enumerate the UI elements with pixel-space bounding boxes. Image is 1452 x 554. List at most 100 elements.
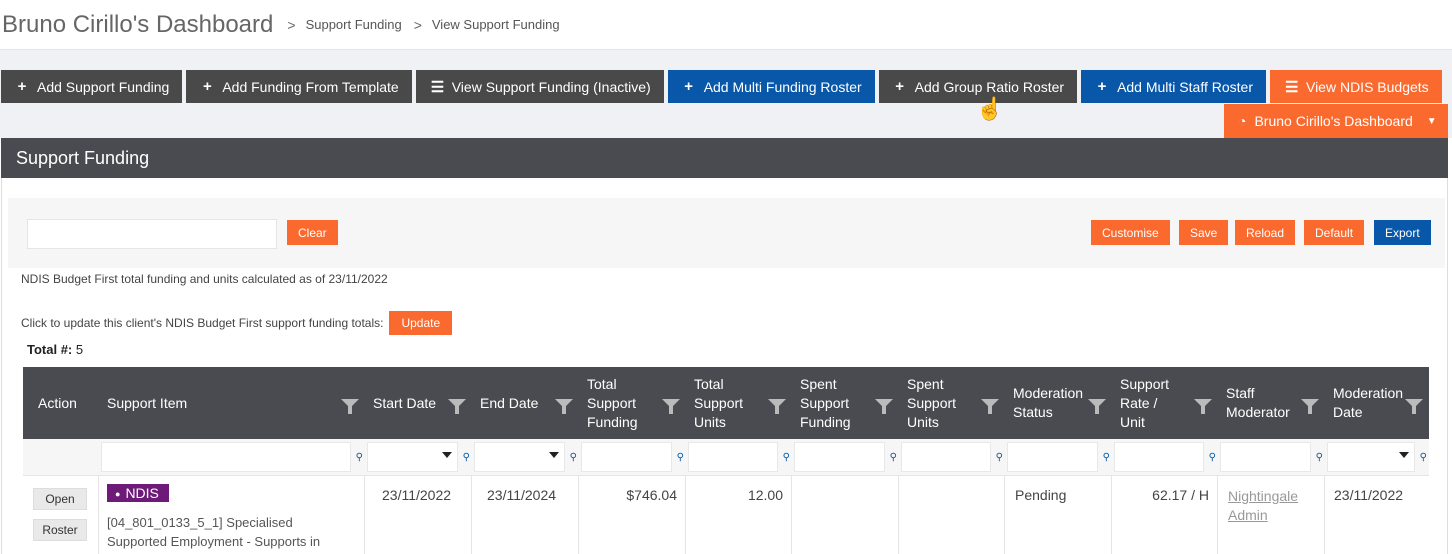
badge-label: NDIS: [125, 485, 159, 501]
filter-icon[interactable]: [1405, 399, 1423, 414]
button-label: View Support Funding (Inactive): [451, 78, 651, 95]
button-label: Add Group Ratio Roster: [914, 78, 1065, 95]
save-button[interactable]: Save: [1179, 220, 1229, 245]
column-header-start-date[interactable]: Start Date: [365, 367, 472, 439]
export-button[interactable]: Export: [1374, 220, 1431, 245]
filter-options-icon[interactable]: ⚲: [356, 452, 363, 463]
total-label: Total #:: [27, 342, 73, 357]
view-ndis-budgets-button[interactable]: ☰ View NDIS Budgets: [1269, 70, 1442, 103]
staff-moderator-link[interactable]: Nightingale Admin: [1228, 488, 1298, 523]
breadcrumb-support-funding[interactable]: Support Funding: [306, 17, 402, 32]
view-support-funding-inactive-button[interactable]: ☰ View Support Funding (Inactive): [415, 70, 664, 103]
filter-input[interactable]: [1114, 442, 1204, 472]
column-header-spent-support-funding[interactable]: Spent Support Funding: [792, 367, 899, 439]
total-count: Total #: 5: [27, 342, 83, 357]
button-label: Add Multi Funding Roster: [703, 78, 862, 95]
add-multi-funding-roster-button[interactable]: + Add Multi Funding Roster: [667, 70, 875, 103]
chevron-down-icon[interactable]: [442, 452, 452, 458]
page-title: Bruno Cirillo's Dashboard: [2, 10, 274, 38]
filter-options-icon[interactable]: ⚲: [677, 452, 684, 463]
customise-button[interactable]: Customise: [1091, 220, 1170, 245]
filter-icon[interactable]: [555, 399, 573, 414]
filter-icon[interactable]: [981, 399, 999, 414]
filter-options-icon[interactable]: ⚲: [890, 452, 897, 463]
button-label: View NDIS Budgets: [1305, 78, 1429, 95]
grid-header-row: Action Support Item Start Date End Date …: [23, 367, 1429, 439]
filter-icon[interactable]: [768, 399, 786, 414]
add-support-funding-button[interactable]: + Add Support Funding: [1, 70, 183, 103]
panel-title: Support Funding: [1, 138, 1448, 178]
default-button[interactable]: Default: [1304, 220, 1365, 245]
filter-input[interactable]: [1220, 442, 1311, 472]
column-header-total-support-units[interactable]: Total Support Units: [686, 367, 792, 439]
filter-input[interactable]: [901, 442, 991, 472]
filter-options-icon[interactable]: ⚲: [1103, 452, 1110, 463]
button-label: Bruno Cirillo's Dashboard: [1254, 113, 1413, 129]
button-label: Add Support Funding: [37, 78, 170, 95]
hand-cursor-icon: ☝: [976, 96, 1004, 121]
filter-options-icon[interactable]: ⚲: [1316, 452, 1323, 463]
spent-funding-cell: [792, 476, 899, 554]
filter-cell-staff-moderator: ⚲: [1218, 439, 1325, 475]
filter-options-icon[interactable]: ⚲: [1420, 452, 1427, 463]
plus-icon: +: [202, 78, 212, 95]
filter-input[interactable]: [581, 442, 672, 472]
filter-icon[interactable]: [448, 399, 466, 414]
column-header-support-rate[interactable]: Support Rate / Unit: [1112, 367, 1218, 439]
column-header-moderation-date[interactable]: Moderation Date: [1325, 367, 1429, 439]
column-header-end-date[interactable]: End Date: [472, 367, 579, 439]
chevron-down-icon[interactable]: [1399, 452, 1409, 458]
rate-cell: 62.17 / H: [1112, 476, 1218, 554]
filter-icon[interactable]: [1088, 399, 1106, 414]
filter-icon[interactable]: [875, 399, 893, 414]
filter-cell-end-date: ⚲: [472, 439, 579, 475]
filter-icon[interactable]: [341, 399, 359, 414]
filter-cell-support-item: ⚲: [99, 439, 365, 475]
update-info: Click to update this client's NDIS Budge…: [21, 311, 453, 335]
breadcrumb-view-support-funding: View Support Funding: [431, 17, 560, 32]
column-header-support-item[interactable]: Support Item: [99, 367, 365, 439]
list-icon: ☰: [430, 78, 445, 96]
filter-cell-moderation-date: ⚲: [1325, 439, 1429, 475]
open-button[interactable]: Open: [33, 488, 87, 510]
column-header-staff-moderator[interactable]: Staff Moderator: [1218, 367, 1325, 439]
dot-icon: ●: [115, 489, 121, 500]
table-row: Open Roster ● NDIS [04_801_0133_5_1] Spec…: [23, 476, 1429, 554]
reload-button[interactable]: Reload: [1235, 220, 1296, 245]
list-icon: ☰: [1284, 78, 1299, 96]
page-header: Bruno Cirillo's Dashboard > Support Fund…: [0, 0, 1452, 50]
filter-options-icon[interactable]: ⚲: [996, 452, 1003, 463]
search-input[interactable]: [27, 219, 277, 249]
button-label: Add Multi Staff Roster: [1117, 78, 1253, 95]
dashboard-icon: ◔: [1238, 113, 1247, 129]
support-item-description: [04_801_0133_5_1] Specialised Supported …: [107, 515, 321, 549]
column-header-total-support-funding[interactable]: Total Support Funding: [579, 367, 686, 439]
column-header-moderation-status[interactable]: Moderation Status: [1005, 367, 1112, 439]
filter-input[interactable]: [794, 442, 885, 472]
column-header-spent-support-units[interactable]: Spent Support Units: [899, 367, 1005, 439]
filter-icon[interactable]: [1194, 399, 1212, 414]
add-multi-staff-roster-button[interactable]: + Add Multi Staff Roster: [1081, 70, 1266, 103]
chevron-down-icon[interactable]: [549, 452, 559, 458]
roster-button[interactable]: Roster: [33, 519, 87, 541]
filter-options-icon[interactable]: ⚲: [463, 452, 470, 463]
clear-button[interactable]: Clear: [287, 220, 338, 245]
add-funding-from-template-button[interactable]: + Add Funding From Template: [186, 70, 412, 103]
filter-options-icon[interactable]: ⚲: [570, 452, 577, 463]
filter-input[interactable]: [688, 442, 778, 472]
support-funding-panel: Clear Customise Save Reload Default Expo…: [1, 178, 1448, 554]
filter-options-icon[interactable]: ⚲: [1209, 452, 1216, 463]
filter-bar: Clear Customise Save Reload Default Expo…: [8, 198, 1445, 268]
dashboard-dropdown-button[interactable]: ◔ Bruno Cirillo's Dashboard ▼: [1224, 104, 1448, 138]
filter-cell-spent-units: ⚲: [899, 439, 1005, 475]
update-button[interactable]: Update: [389, 311, 453, 335]
filter-icon[interactable]: [662, 399, 680, 414]
breadcrumb-separator: >: [287, 16, 296, 33]
filter-options-icon[interactable]: ⚲: [783, 452, 790, 463]
filter-input[interactable]: [101, 442, 351, 472]
moderation-date-cell: 23/11/2022: [1334, 487, 1404, 503]
support-item-cell: ● NDIS [04_801_0133_5_1] Specialised Supp…: [99, 476, 365, 554]
filter-cell-total-funding: ⚲: [579, 439, 686, 475]
filter-input[interactable]: [1007, 442, 1098, 472]
filter-icon[interactable]: [1301, 399, 1319, 414]
